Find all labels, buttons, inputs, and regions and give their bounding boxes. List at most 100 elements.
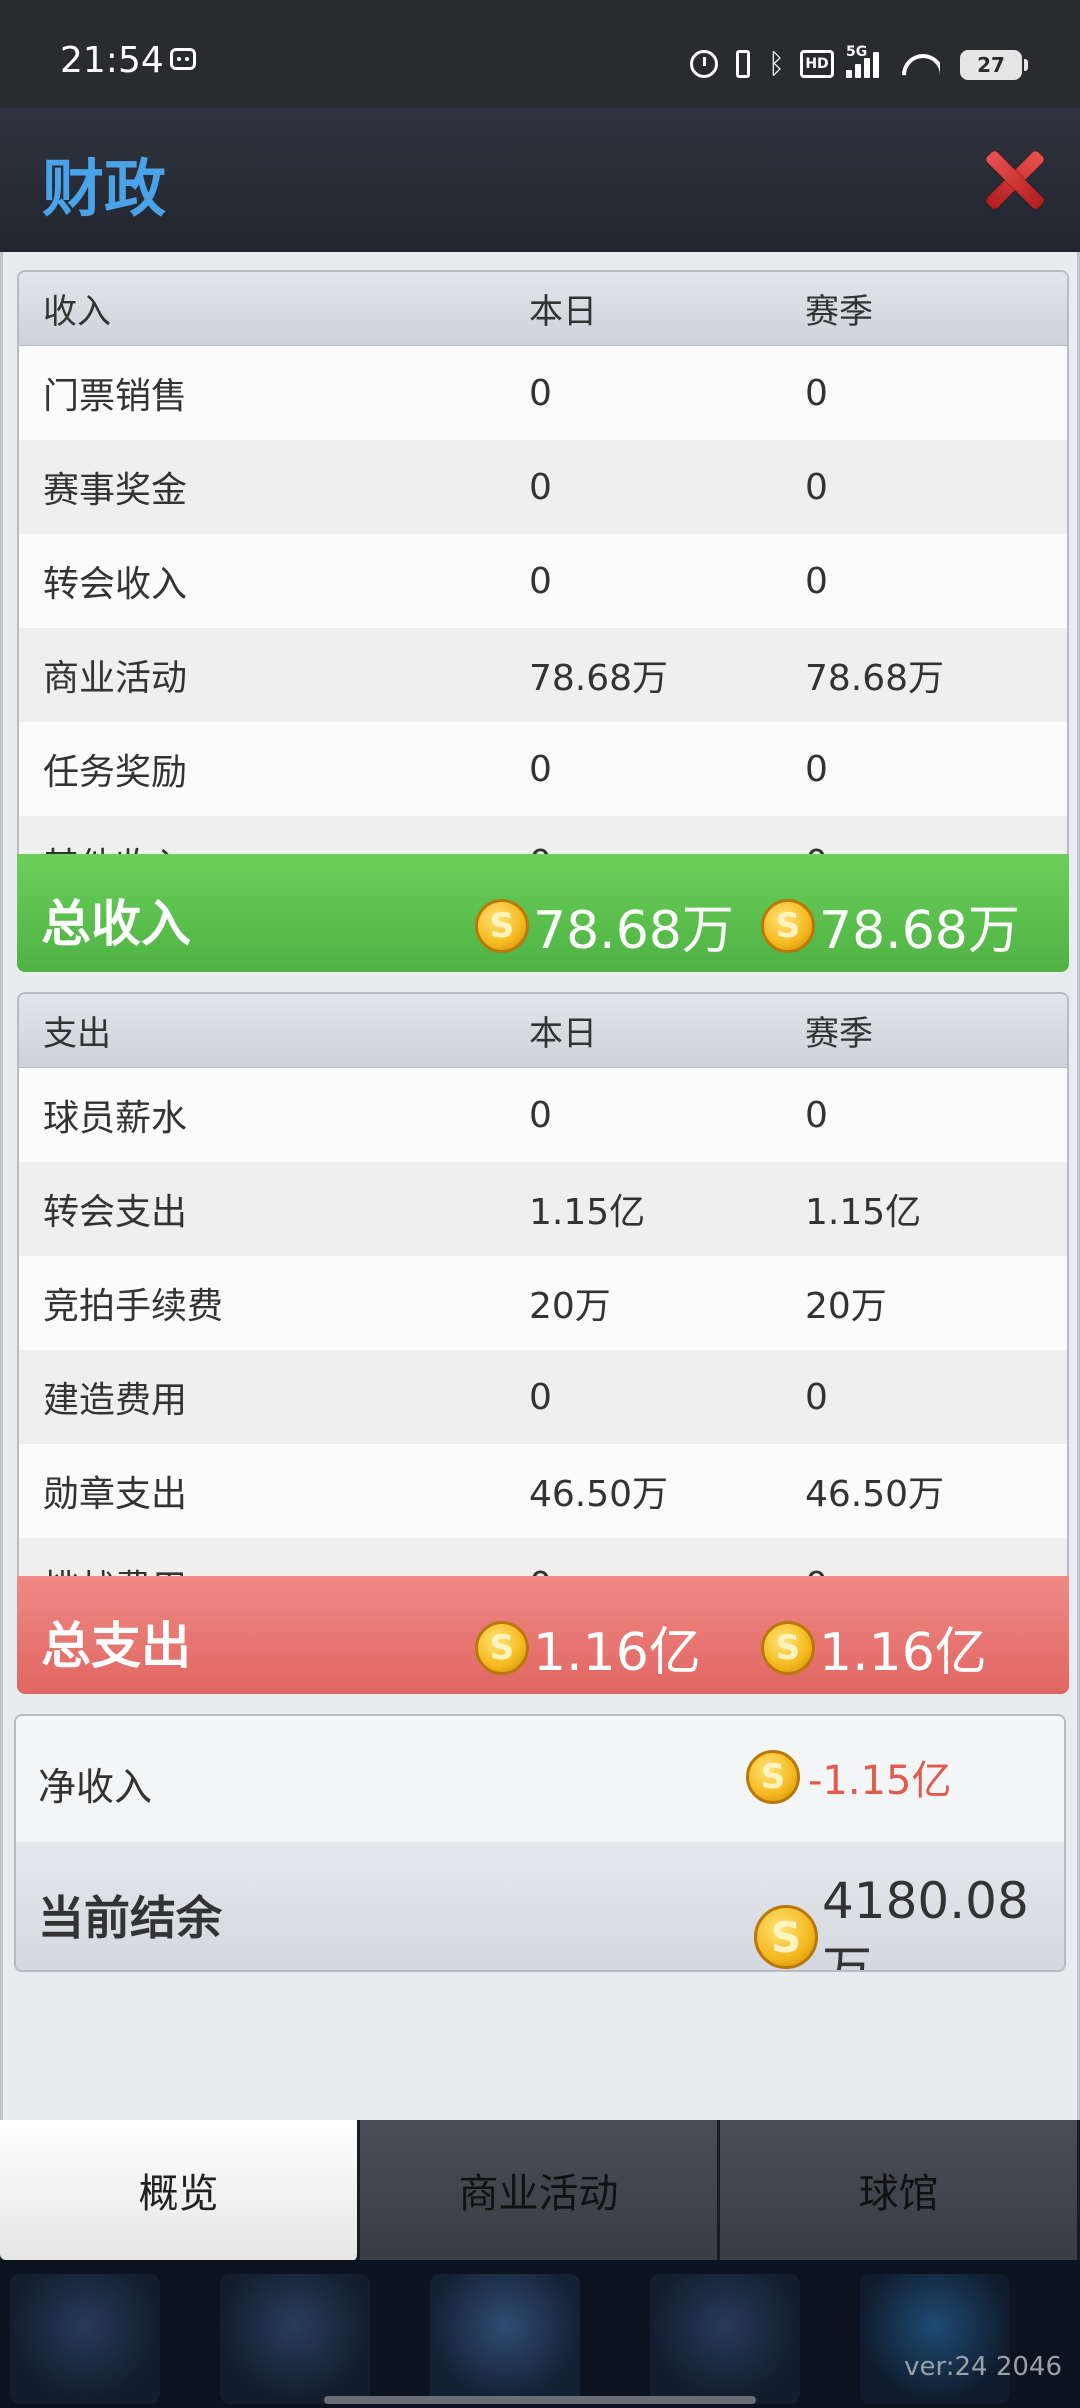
income-header-label: 收入: [43, 292, 111, 332]
row-today: 20万: [529, 1286, 611, 1327]
battery-icon: 27: [960, 50, 1028, 80]
expense-table-header: 支出 本日 赛季: [19, 994, 1067, 1068]
income-total-today: S 78.68万: [475, 888, 734, 963]
status-icons: ᛒ HD 5G: [690, 44, 940, 84]
expense-rows[interactable]: 球员薪水 0 0 转会支出 1.15亿 1.15亿 竞拍手续费 20万 20万 …: [19, 1068, 1067, 1610]
income-header-season: 赛季: [805, 292, 873, 332]
tab-label: 球馆: [858, 2171, 939, 2217]
app-icon: [170, 48, 196, 70]
row-label: 转会支出: [43, 1192, 188, 1233]
row-today: 0: [529, 748, 552, 790]
row-season: 78.68万: [805, 658, 945, 699]
game-nav-background: ver:24 2046: [0, 2260, 1080, 2408]
row-season: 46.50万: [805, 1474, 945, 1515]
vibrate-icon: [736, 50, 750, 78]
table-row: 竞拍手续费 20万 20万: [19, 1256, 1067, 1350]
coin-icon: S: [746, 1750, 800, 1804]
expense-header-label: 支出: [43, 1014, 111, 1054]
bluetooth-icon: ᛒ: [768, 47, 785, 80]
row-season: 0: [805, 372, 828, 414]
income-table-header: 收入 本日 赛季: [19, 272, 1067, 346]
row-season: 0: [805, 1376, 828, 1418]
table-row: 转会支出 1.15亿 1.15亿: [19, 1162, 1067, 1256]
expense-total-label: 总支出: [41, 1617, 191, 1675]
row-today: 0: [529, 466, 552, 508]
expense-header-season: 赛季: [805, 1014, 873, 1054]
table-row: 球员薪水 0 0: [19, 1068, 1067, 1162]
row-today: 46.50万: [529, 1474, 669, 1515]
upgrade-icon: [860, 2274, 1010, 2404]
row-today: 0: [529, 1094, 552, 1136]
tab-arena[interactable]: 球馆: [720, 2120, 1080, 2260]
expense-total-season-value: 1.16亿: [819, 1623, 987, 1683]
close-icon[interactable]: [984, 148, 1046, 210]
tab-business[interactable]: 商业活动: [360, 2120, 720, 2260]
hd-icon: HD: [800, 50, 834, 78]
row-season: 0: [805, 560, 828, 602]
table-row: 勋章支出 46.50万 46.50万: [19, 1444, 1067, 1538]
row-today: 0: [529, 560, 552, 602]
row-today: 78.68万: [529, 658, 669, 699]
income-rows[interactable]: 门票销售 0 0 赛事奖金 0 0 转会收入 0 0 商业活动 78.68万 7…: [19, 346, 1067, 888]
row-label: 门票销售: [43, 376, 188, 417]
coin-icon: S: [475, 1620, 529, 1675]
row-today: 1.15亿: [529, 1192, 646, 1233]
version-label: ver:24 2046: [904, 2352, 1062, 2382]
table-row: 商业活动 78.68万 78.68万: [19, 628, 1067, 722]
row-today: 0: [529, 372, 552, 414]
row-label: 建造费用: [43, 1380, 188, 1421]
tab-overview[interactable]: 概览: [0, 2120, 360, 2260]
coin-icon: S: [761, 1620, 815, 1675]
row-label: 勋章支出: [43, 1474, 188, 1515]
income-total-today-value: 78.68万: [533, 901, 734, 961]
tab-label: 概览: [138, 2171, 219, 2217]
net-income-amount: -1.15亿: [808, 1758, 952, 1804]
wifi-icon: [902, 50, 940, 78]
row-season: 1.15亿: [805, 1192, 922, 1233]
balance-row: 当前结余 S 4180.08万: [16, 1842, 1064, 1972]
table-row: 门票销售 0 0: [19, 346, 1067, 440]
row-today: 0: [529, 1376, 552, 1418]
income-header-today: 本日: [529, 292, 597, 332]
income-total-bar: 总收入 S 78.68万 S 78.68万: [17, 854, 1069, 972]
row-label: 赛事奖金: [43, 470, 188, 511]
expense-table: 支出 本日 赛季 球员薪水 0 0 转会支出 1.15亿 1.15亿 竞拍手续费…: [17, 992, 1069, 1612]
income-table: 收入 本日 赛季 门票销售 0 0 赛事奖金 0 0 转会收入 0 0 商业活动: [17, 270, 1069, 890]
table-row: 转会收入 0 0: [19, 534, 1067, 628]
net-income-row: 净收入 S -1.15亿: [16, 1716, 1064, 1842]
net-income-value: S -1.15亿: [746, 1748, 952, 1806]
balance-value: S 4180.08万: [754, 1872, 1064, 1972]
income-total-label: 总收入: [41, 895, 191, 953]
expense-total-today-value: 1.16亿: [533, 1623, 701, 1683]
expense-header-today: 本日: [529, 1014, 597, 1054]
club-icon: [10, 2274, 160, 2404]
signal-icon: 5G: [846, 44, 890, 78]
summary-card: 净收入 S -1.15亿 当前结余 S 4180.08万: [14, 1714, 1066, 1972]
coin-icon: S: [754, 1905, 818, 1969]
status-bar: 21:54 ᛒ HD 5G 27: [0, 0, 1080, 108]
row-label: 球员薪水: [43, 1098, 188, 1139]
table-row: 赛事奖金 0 0: [19, 440, 1067, 534]
row-label: 商业活动: [43, 658, 188, 699]
tab-label: 商业活动: [458, 2171, 619, 2217]
bottom-tabs: 概览 商业活动 球馆: [0, 2120, 1080, 2260]
coin-icon: S: [761, 898, 815, 953]
status-time: 21:54: [60, 40, 164, 81]
finance-icon: [220, 2274, 370, 2404]
table-row: 任务奖励 0 0: [19, 722, 1067, 816]
expense-total-bar: 总支出 S 1.16亿 S 1.16亿: [17, 1576, 1069, 1694]
row-label: 任务奖励: [43, 752, 188, 793]
expense-total-today: S 1.16亿: [475, 1610, 701, 1685]
table-row: 建造费用 0 0: [19, 1350, 1067, 1444]
stadium-icon: [430, 2274, 580, 2404]
network-type: 5G: [846, 44, 868, 60]
alarm-icon: [690, 50, 718, 78]
home-indicator[interactable]: [324, 2396, 756, 2404]
row-label: 竞拍手续费: [43, 1286, 224, 1327]
row-season: 0: [805, 748, 828, 790]
balance-amount: 4180.08万: [822, 1872, 1029, 1972]
income-total-season: S 78.68万: [761, 888, 1020, 963]
row-label: 转会收入: [43, 564, 188, 605]
title-bar: 财政: [0, 108, 1080, 252]
team-icon: [650, 2274, 800, 2404]
